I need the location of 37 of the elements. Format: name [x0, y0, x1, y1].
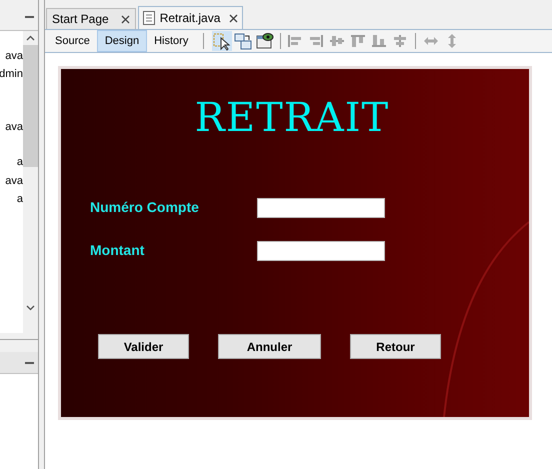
connection-mode-icon[interactable]	[234, 32, 252, 50]
close-icon[interactable]	[120, 14, 130, 24]
field-label: Numéro Compte	[90, 198, 200, 217]
scroll-down-icon[interactable]	[26, 305, 35, 311]
align-bottom-icon[interactable]	[371, 34, 388, 48]
close-icon[interactable]	[229, 14, 238, 22]
view-tab[interactable]: Design	[96, 30, 148, 52]
file-item[interactable]: a	[16, 190, 23, 208]
align-top-icon[interactable]	[350, 34, 366, 48]
text-field[interactable]	[257, 240, 385, 260]
form-button[interactable]: Valider	[98, 334, 189, 359]
align-left-icon[interactable]	[287, 34, 304, 48]
file-item[interactable]: dmin	[0, 65, 23, 83]
file-item[interactable]: ava	[5, 47, 23, 65]
scrollbar[interactable]	[23, 31, 38, 333]
field-label: Montant	[90, 241, 146, 260]
scroll-up-icon[interactable]	[26, 35, 35, 41]
view-tab[interactable]: Source	[48, 30, 97, 52]
selection-mode-icon[interactable]	[212, 31, 232, 51]
align-right-icon[interactable]	[308, 34, 324, 48]
text-field[interactable]	[257, 198, 385, 218]
horizontal-resize-icon[interactable]	[423, 36, 440, 46]
view-tab[interactable]: History	[147, 30, 196, 52]
file-item[interactable]: a	[16, 153, 23, 171]
preview-icon[interactable]	[256, 32, 274, 50]
center-horizontal-icon[interactable]	[329, 34, 346, 48]
center-vertical-icon[interactable]	[392, 34, 408, 48]
editor-tab[interactable]: Retrait.java	[138, 6, 244, 29]
scrollbar-thumb[interactable]	[23, 45, 38, 167]
form-title: RETRAIT	[194, 94, 390, 143]
minimize-icon[interactable]	[25, 362, 34, 364]
editor-tab[interactable]: Start Page	[46, 8, 136, 29]
vertical-resize-icon[interactable]	[447, 33, 458, 49]
form-button[interactable]: Annuler	[218, 334, 321, 359]
file-item[interactable]: ava	[5, 118, 23, 136]
file-item[interactable]: ava	[5, 172, 23, 190]
form-button[interactable]: Retour	[350, 334, 441, 359]
